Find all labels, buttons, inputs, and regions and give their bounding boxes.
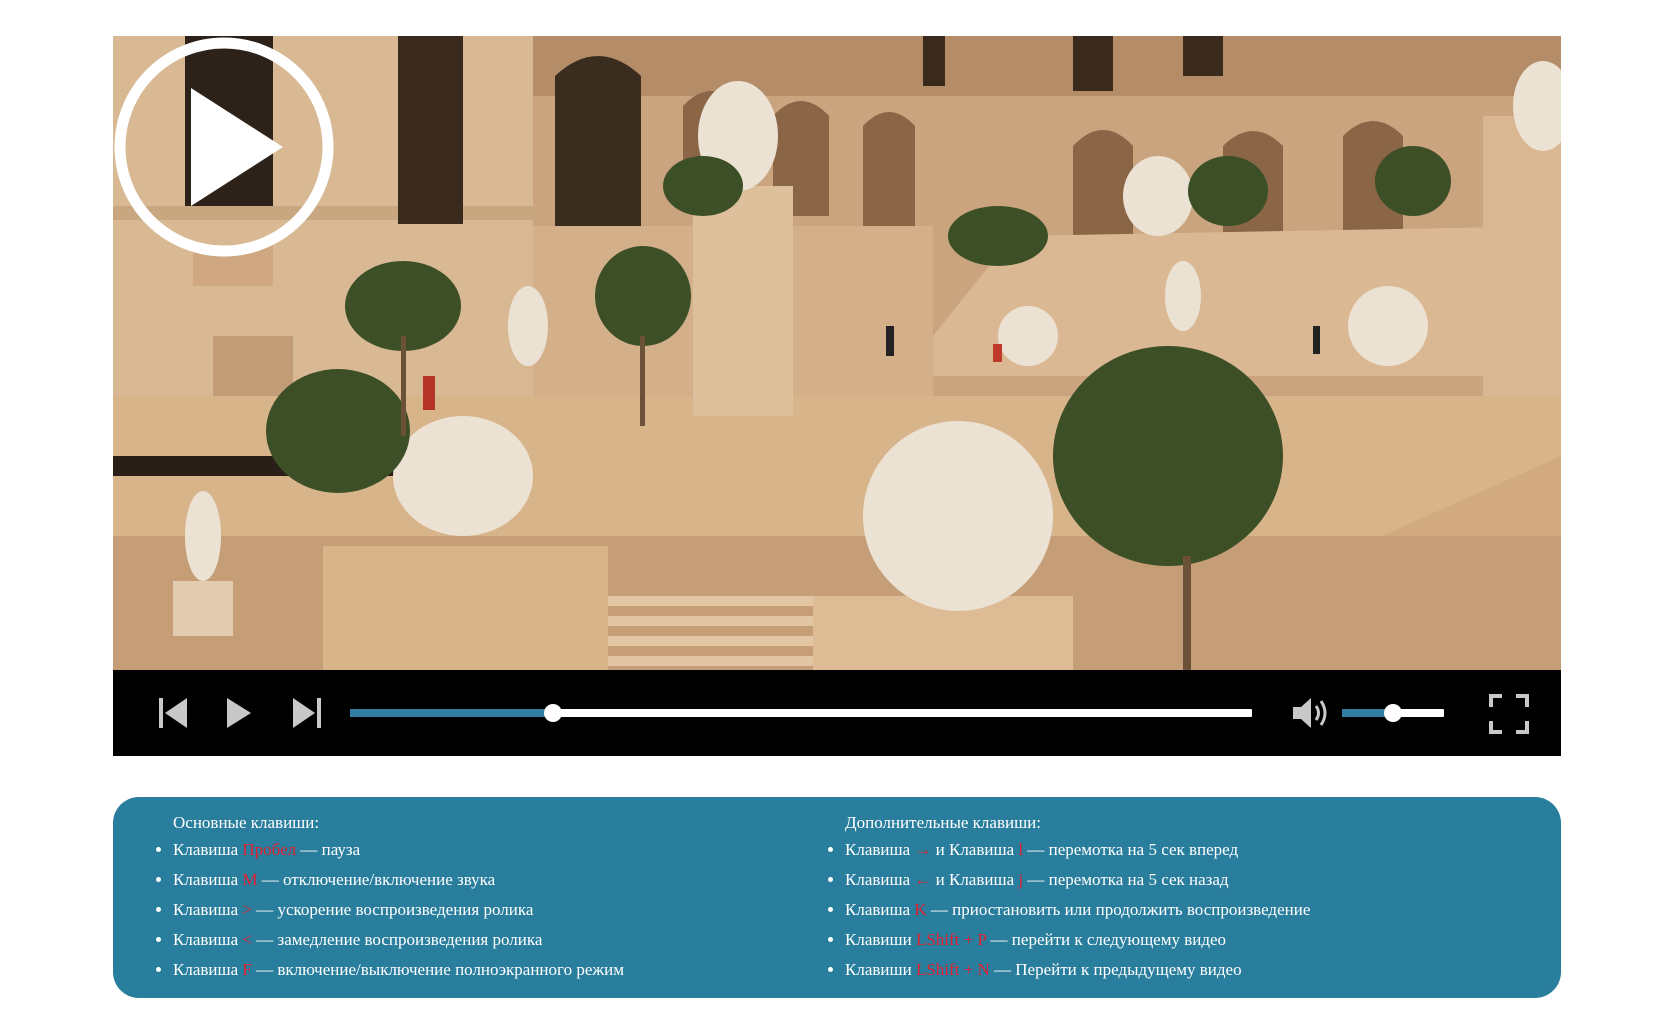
main-keys-list: Клавиша Пробел — пауза Клавиша M — отклю… xyxy=(113,839,785,981)
video-frame[interactable] xyxy=(113,36,1561,670)
play-circle-icon[interactable] xyxy=(113,36,335,258)
main-keys-title: Основные клавиши: xyxy=(173,813,320,832)
key-label: ← xyxy=(914,870,932,889)
list-item: Клавиша > — ускорение воспроизведения ро… xyxy=(173,899,785,921)
item-connector: и Клавиша xyxy=(931,870,1019,889)
item-description: — перейти к следующему видео xyxy=(986,930,1227,949)
key-label: M xyxy=(242,870,258,889)
item-prefix: Клавиша xyxy=(845,900,915,919)
list-item: Клавиши LShift + N — Перейти к предыдуще… xyxy=(845,959,1545,981)
item-description: — приостановить или продолжить воспроизв… xyxy=(926,900,1311,919)
item-prefix: Клавиша xyxy=(173,930,243,949)
key-label: Пробел xyxy=(242,840,297,859)
item-prefix: Клавиши xyxy=(845,960,916,979)
key-label: K xyxy=(914,900,927,919)
list-item: Клавиши LShift + P — перейти к следующем… xyxy=(845,929,1545,951)
list-item: Клавиша K — приостановить или продолжить… xyxy=(845,899,1545,921)
extra-keys-list: Клавиша → и Клавиша l — перемотка на 5 с… xyxy=(785,839,1545,981)
list-item: Клавиша < — замедление воспроизведения р… xyxy=(173,929,785,951)
progress-bar[interactable] xyxy=(350,704,1252,722)
play-icon[interactable] xyxy=(225,696,253,730)
skip-previous-icon[interactable] xyxy=(159,696,189,730)
volume-slider[interactable] xyxy=(1342,704,1444,722)
item-description: — Перейти к предыдущему видео xyxy=(989,960,1242,979)
item-prefix: Клавиша xyxy=(845,870,915,889)
fullscreen-icon[interactable] xyxy=(1489,694,1529,734)
list-item: Клавиша Пробел — пауза xyxy=(173,839,785,861)
key-label: → xyxy=(914,840,932,859)
extra-keys-column: Дополнительные клавиши: Клавиша → и Клав… xyxy=(785,812,1545,989)
item-description: — ускорение воспроизведения ролика xyxy=(251,900,534,919)
item-prefix: Клавиши xyxy=(845,930,916,949)
video-player xyxy=(113,36,1561,756)
item-description: — замедление воспроизведения ролика xyxy=(251,930,543,949)
main-keys-column: Основные клавиши: Клавиша Пробел — пауза… xyxy=(113,812,785,989)
extra-keys-title: Дополнительные клавиши: xyxy=(845,813,1041,832)
item-description: — перемотка на 5 сек назад xyxy=(1023,870,1229,889)
item-description: — отключение/включение звука xyxy=(257,870,496,889)
item-description: — перемотка на 5 сек вперед xyxy=(1023,840,1239,859)
item-prefix: Клавиша xyxy=(173,840,243,859)
item-description: — пауза xyxy=(296,840,361,859)
key-label: LShift + P xyxy=(915,930,987,949)
skip-next-icon[interactable] xyxy=(291,696,321,730)
item-prefix: Клавиша xyxy=(173,960,243,979)
item-connector: и Клавиша xyxy=(931,840,1019,859)
volume-icon[interactable] xyxy=(1291,694,1333,732)
item-prefix: Клавиша xyxy=(845,840,915,859)
item-prefix: Клавиша xyxy=(173,870,243,889)
item-prefix: Клавиша xyxy=(173,900,243,919)
list-item: Клавиша → и Клавиша l — перемотка на 5 с… xyxy=(845,839,1545,861)
progress-thumb[interactable] xyxy=(543,704,562,722)
key-label: F xyxy=(242,960,252,979)
player-controls xyxy=(113,670,1561,756)
progress-fill xyxy=(350,709,553,717)
volume-thumb[interactable] xyxy=(1384,704,1402,722)
key-label: < xyxy=(242,930,252,949)
key-label: LShift + N xyxy=(915,960,990,979)
list-item: Клавиша F — включение/выключение полноэк… xyxy=(173,959,785,981)
list-item: Клавиша M — отключение/включение звука xyxy=(173,869,785,891)
hotkeys-panel: Основные клавиши: Клавиша Пробел — пауза… xyxy=(113,797,1561,998)
key-label: > xyxy=(242,900,252,919)
item-description: — включение/выключение полноэкранного ре… xyxy=(251,960,624,979)
list-item: Клавиша ← и Клавиша j — перемотка на 5 с… xyxy=(845,869,1545,891)
